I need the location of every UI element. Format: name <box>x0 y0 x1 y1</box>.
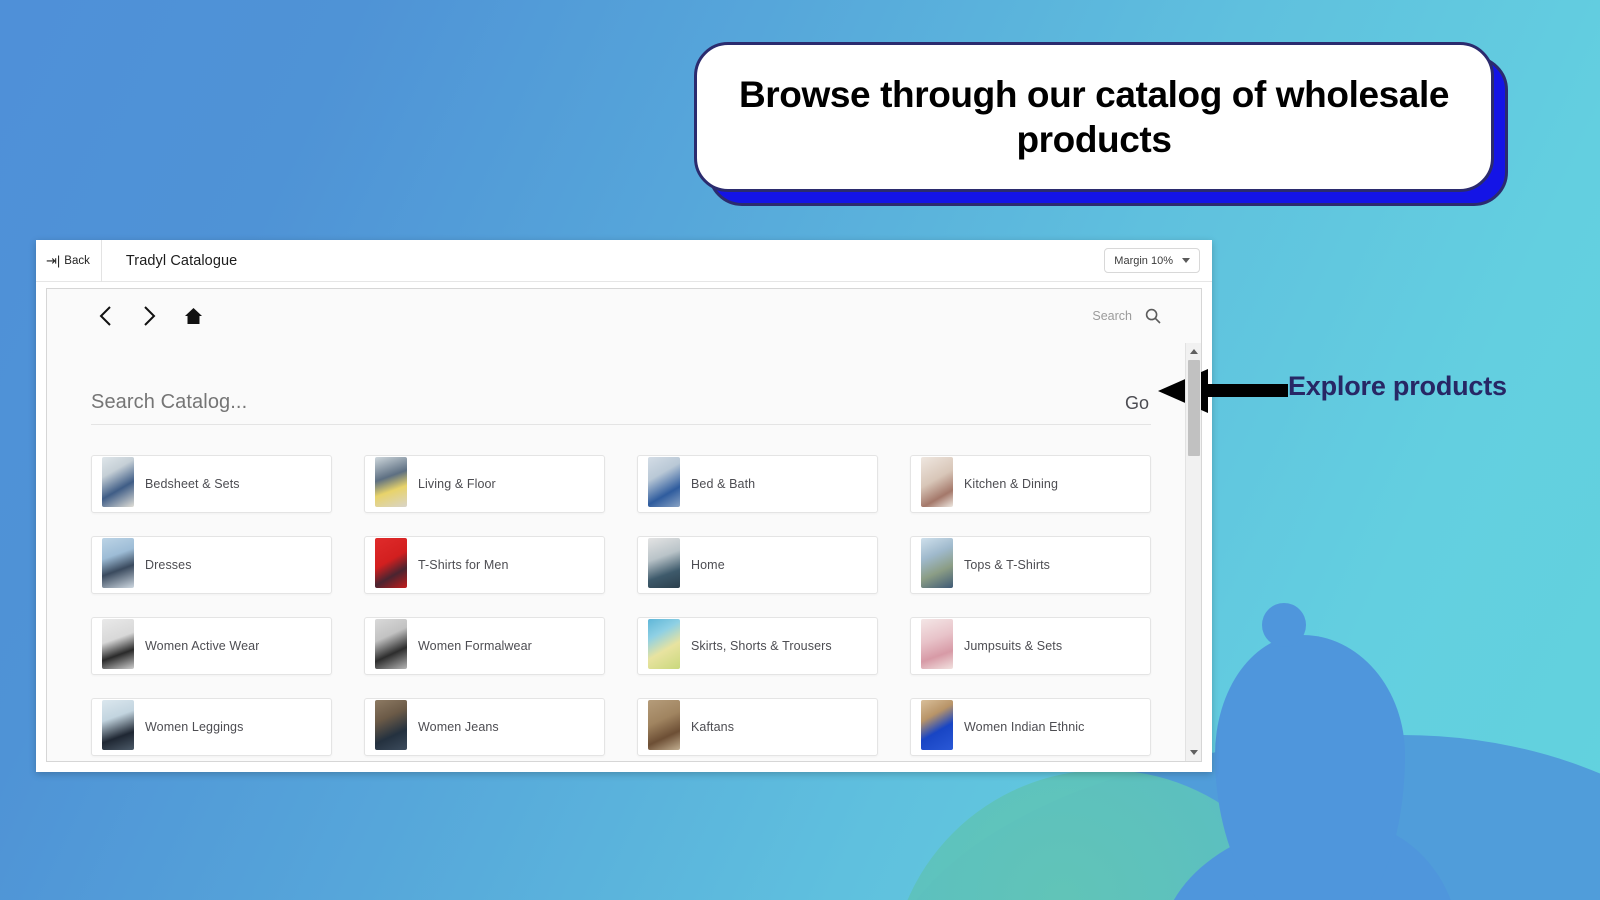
scrollbar-track[interactable] <box>1186 360 1202 744</box>
category-label: Kitchen & Dining <box>964 477 1059 491</box>
category-thumbnail <box>375 538 407 588</box>
category-label: Women Jeans <box>418 720 499 734</box>
chevron-left-icon <box>97 304 114 328</box>
background-blue-tail <box>1160 820 1460 900</box>
category-grid: Bedsheet & Sets Living & Floor Bed & Bath K… <box>91 455 1151 756</box>
margin-dropdown-label: Margin 10% <box>1114 254 1173 267</box>
screenshot-root: Browse through our catalog of wholesale … <box>0 0 1600 900</box>
callout-banner: Browse through our catalog of wholesale … <box>694 42 1508 206</box>
category-label: Bedsheet & Sets <box>145 477 240 491</box>
category-thumbnail <box>375 700 407 750</box>
category-label: Kaftans <box>691 720 735 734</box>
category-card[interactable]: Women Indian Ethnic <box>910 698 1151 756</box>
category-thumbnail <box>921 457 953 507</box>
browser-search[interactable]: Search <box>1092 308 1161 324</box>
category-label: Dresses <box>145 558 192 572</box>
category-thumbnail <box>648 538 680 588</box>
category-card[interactable]: Tops & T-Shirts <box>910 536 1151 594</box>
category-label: Jumpsuits & Sets <box>964 639 1063 653</box>
browser-home-button[interactable] <box>171 296 215 336</box>
category-card[interactable]: Jumpsuits & Sets <box>910 617 1151 675</box>
home-icon <box>184 307 203 326</box>
app-window: ⇥| Back Tradyl Catalogue Margin 10% Sear… <box>36 239 1212 772</box>
browser-search-placeholder: Search <box>1092 309 1132 323</box>
browser-forward-button[interactable] <box>127 296 171 336</box>
category-label: Living & Floor <box>418 477 496 491</box>
callout-box: Browse through our catalog of wholesale … <box>694 42 1494 192</box>
category-card[interactable]: Women Formalwear <box>364 617 605 675</box>
search-icon <box>1145 308 1161 324</box>
arrow-shaft <box>1206 384 1288 397</box>
category-card[interactable]: T-Shirts for Men <box>364 536 605 594</box>
category-label: T-Shirts for Men <box>418 558 509 572</box>
category-card[interactable]: Kaftans <box>637 698 878 756</box>
chevron-down-icon <box>1182 258 1190 263</box>
category-thumbnail <box>375 619 407 669</box>
go-button[interactable]: Go <box>1125 393 1151 414</box>
category-card[interactable]: Bedsheet & Sets <box>91 455 332 513</box>
category-card[interactable]: Dresses <box>91 536 332 594</box>
category-thumbnail <box>921 619 953 669</box>
back-arrow-icon: ⇥| <box>46 253 61 268</box>
category-thumbnail <box>921 538 953 588</box>
search-input[interactable] <box>91 391 833 414</box>
back-button-label: Back <box>64 254 90 267</box>
category-thumbnail <box>102 457 134 507</box>
scrollbar-thumb[interactable] <box>1187 360 1200 456</box>
page-title: Tradyl Catalogue <box>125 252 238 269</box>
embedded-browser: Search Go Bedsheet & SetsLiving & FloorB… <box>46 288 1202 762</box>
browser-toolbar: Search <box>47 289 1201 343</box>
category-thumbnail <box>102 538 134 588</box>
category-label: Women Active Wear <box>145 639 260 653</box>
category-label: Bed & Bath <box>691 477 756 491</box>
back-button[interactable]: ⇥| Back <box>36 239 102 282</box>
category-label: Tops & T-Shirts <box>964 558 1051 572</box>
category-label: Skirts, Shorts & Trousers <box>691 639 832 653</box>
category-card[interactable]: Bed & Bath <box>637 455 878 513</box>
catalog-search-row: Go <box>91 391 1151 425</box>
category-thumbnail <box>921 700 953 750</box>
category-card[interactable]: Skirts, Shorts & Trousers <box>637 617 878 675</box>
category-label: Home <box>691 558 725 572</box>
background-blue-blob <box>1215 635 1405 900</box>
page-scrollbar[interactable] <box>1185 343 1201 761</box>
scroll-up-arrow-icon[interactable] <box>1186 343 1202 360</box>
category-thumbnail <box>102 700 134 750</box>
category-thumbnail <box>648 700 680 750</box>
category-card[interactable]: Kitchen & Dining <box>910 455 1151 513</box>
category-card[interactable]: Women Jeans <box>364 698 605 756</box>
scroll-down-arrow-icon[interactable] <box>1186 744 1202 761</box>
explore-products-label: Explore products <box>1288 371 1507 401</box>
background-blue-circle <box>1262 603 1306 647</box>
category-label: Women Indian Ethnic <box>964 720 1085 734</box>
category-thumbnail <box>648 457 680 507</box>
category-card[interactable]: Women Leggings <box>91 698 332 756</box>
category-label: Women Formalwear <box>418 639 532 653</box>
catalog-page: Go Bedsheet & Sets Living & Floor Bed & Ba… <box>47 343 1201 761</box>
callout-text: Browse through our catalog of wholesale … <box>738 73 1450 160</box>
category-thumbnail <box>375 457 407 507</box>
chevron-right-icon <box>141 304 158 328</box>
category-label: Women Leggings <box>145 720 244 734</box>
category-thumbnail <box>102 619 134 669</box>
window-titlebar: ⇥| Back Tradyl Catalogue Margin 10% <box>36 239 1212 282</box>
margin-dropdown[interactable]: Margin 10% <box>1104 248 1200 273</box>
category-card[interactable]: Home <box>637 536 878 594</box>
browser-back-button[interactable] <box>83 296 127 336</box>
category-card[interactable]: Women Active Wear <box>91 617 332 675</box>
category-card[interactable]: Living & Floor <box>364 455 605 513</box>
arrow-left-icon <box>1158 369 1288 413</box>
background-green-blob <box>890 770 1320 900</box>
category-thumbnail <box>648 619 680 669</box>
